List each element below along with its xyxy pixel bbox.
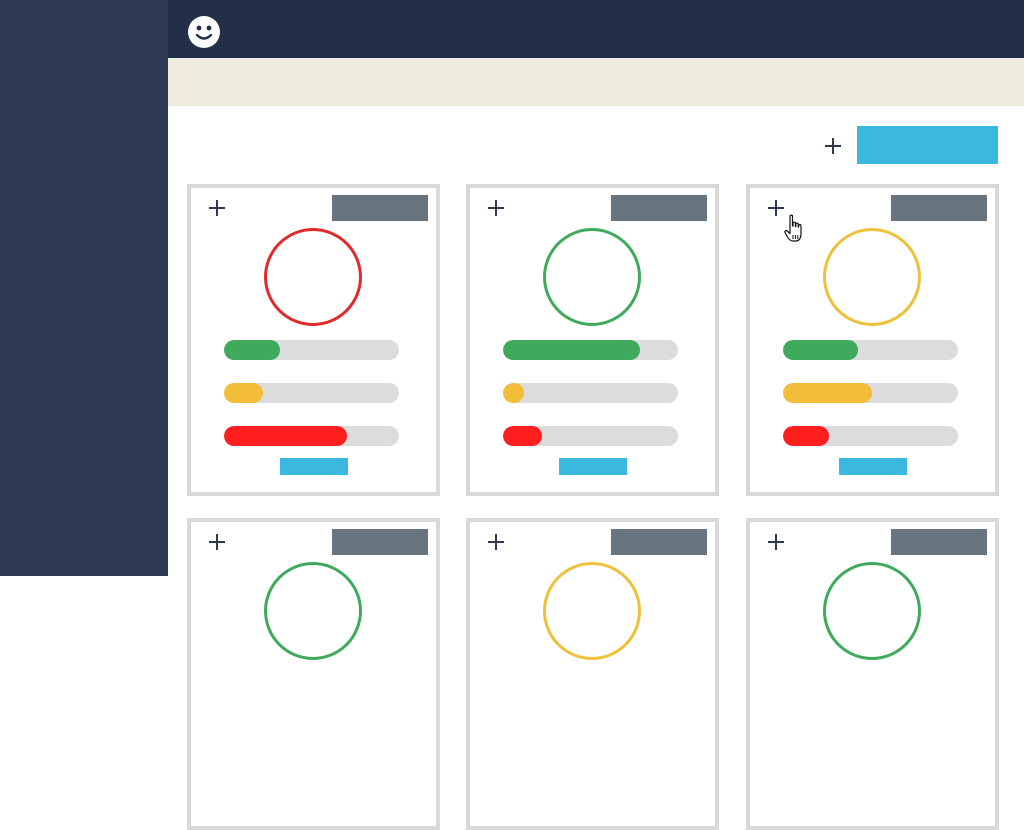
progress-bar-red	[503, 426, 678, 446]
dashboard-card-5	[466, 518, 719, 830]
progress-bar-fill	[783, 426, 829, 446]
progress-bar-green	[783, 340, 958, 360]
top-bar	[168, 0, 1024, 58]
primary-action-button[interactable]	[857, 126, 998, 164]
dashboard-card-1	[187, 184, 440, 496]
status-ring	[823, 562, 921, 660]
progress-bar-fill	[783, 383, 873, 403]
status-ring	[264, 562, 362, 660]
dashboard-card-4	[187, 518, 440, 830]
progress-bar-fill	[503, 426, 542, 446]
progress-bar-fill	[503, 383, 524, 403]
card-tag-button[interactable]	[891, 529, 987, 555]
progress-bar-fill	[783, 340, 859, 360]
progress-bar-fill	[224, 383, 263, 403]
card-tag-button[interactable]	[891, 195, 987, 221]
main-content	[168, 106, 1024, 830]
progress-bar-red	[224, 426, 399, 446]
card-tag-button[interactable]	[332, 195, 428, 221]
card-tag-button[interactable]	[611, 195, 707, 221]
status-ring	[543, 228, 641, 326]
smiley-face-icon[interactable]	[187, 15, 221, 49]
card-add-plus-icon[interactable]	[486, 198, 506, 218]
card-add-plus-icon[interactable]	[486, 532, 506, 552]
card-action-button[interactable]	[839, 458, 907, 475]
status-ring	[823, 228, 921, 326]
progress-bar-fill	[503, 340, 640, 360]
card-tag-button[interactable]	[611, 529, 707, 555]
progress-bar-yellow	[503, 383, 678, 403]
card-action-button[interactable]	[559, 458, 627, 475]
progress-bar-red	[783, 426, 958, 446]
progress-bar-green	[503, 340, 678, 360]
hand-pointer-cursor-icon	[784, 214, 802, 242]
progress-bar-yellow	[224, 383, 399, 403]
add-item-plus-icon[interactable]	[823, 136, 843, 156]
card-tag-button[interactable]	[332, 529, 428, 555]
card-action-button[interactable]	[280, 458, 348, 475]
dashboard-card-2	[466, 184, 719, 496]
progress-bar-fill	[224, 340, 280, 360]
dashboard-card-6	[746, 518, 999, 830]
progress-bar-green	[224, 340, 399, 360]
progress-bar-yellow	[783, 383, 958, 403]
progress-bar-fill	[224, 426, 347, 446]
sidebar	[0, 0, 168, 576]
status-ring	[543, 562, 641, 660]
sub-header-bar	[168, 58, 1024, 106]
card-add-plus-icon[interactable]	[207, 198, 227, 218]
status-ring	[264, 228, 362, 326]
card-add-plus-icon[interactable]	[766, 532, 786, 552]
card-add-plus-icon[interactable]	[207, 532, 227, 552]
